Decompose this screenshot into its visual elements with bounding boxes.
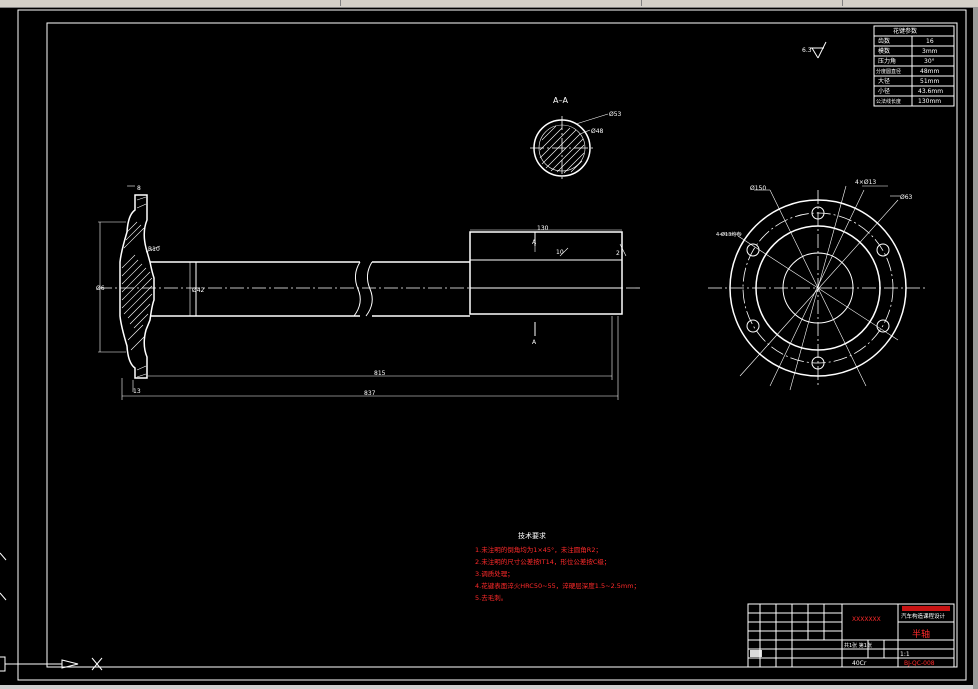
spline-row-value: 30° bbox=[924, 58, 935, 65]
spline-row-value: 51mm bbox=[920, 78, 939, 85]
horizontal-scrollbar[interactable] bbox=[0, 685, 973, 689]
vertical-scrollbar[interactable] bbox=[973, 7, 978, 689]
dim-spline-id: Ø48 bbox=[591, 128, 604, 135]
tech-req-item: 5.去毛刺。 bbox=[475, 593, 507, 602]
shaft-side-view bbox=[98, 185, 640, 400]
section-arrow-top: A bbox=[532, 239, 537, 246]
title-part-name: 半轴 bbox=[912, 628, 930, 640]
title-material: 40Cr bbox=[852, 660, 867, 667]
dim-chamfer: 4-Ø13均布 bbox=[716, 231, 741, 238]
outer-frame bbox=[17, 9, 967, 681]
roughness-value: 6.3 bbox=[802, 47, 812, 54]
spline-row-label: 大径 bbox=[878, 77, 890, 85]
title-drawing-no: BJ-QC-008 bbox=[904, 660, 935, 667]
dim-bolt-pcd: Ø150 bbox=[750, 185, 766, 192]
dim-spline-od: Ø53 bbox=[609, 111, 622, 118]
spline-row-value: 43.6mm bbox=[918, 88, 943, 95]
spline-row-value: 48mm bbox=[920, 68, 939, 75]
dim-flange-thk: 8 bbox=[137, 185, 141, 192]
spline-section-view bbox=[530, 113, 609, 180]
tech-req-title: 技术要求 bbox=[518, 531, 546, 540]
dim-len-inner: 815 bbox=[374, 370, 386, 377]
dim-spline-a: 10 bbox=[556, 249, 564, 256]
spline-row-value: 3mm bbox=[922, 48, 938, 55]
tech-req-item: 1.未注明的倒角均为1×45°，未注圆角R2； bbox=[475, 545, 602, 554]
dim-spline-len: 130 bbox=[537, 225, 549, 232]
cad-drawing-canvas[interactable]: 8 R10 Ø42 Ø6 130 10 2 815 837 13 A A A–A… bbox=[0, 0, 973, 685]
dim-len-total: 837 bbox=[364, 390, 376, 397]
spline-row-label: 公法线长度 bbox=[876, 98, 901, 105]
dim-small-step: 13 bbox=[133, 388, 141, 395]
dim-hole-dia: Ø63 bbox=[900, 194, 913, 201]
roughness-symbol bbox=[810, 41, 827, 59]
spline-row-label: 齿数 bbox=[878, 37, 890, 45]
section-arrow-bottom: A bbox=[532, 339, 537, 346]
spline-row-label: 小径 bbox=[878, 87, 890, 95]
flange-end-view bbox=[708, 185, 928, 391]
spline-table-title: 花键参数 bbox=[893, 27, 917, 35]
spline-row-label: 模数 bbox=[878, 47, 890, 55]
dim-shaft-dia: Ø42 bbox=[192, 287, 205, 294]
title-sheet: 共1张 第1张 bbox=[844, 642, 872, 649]
dim-spline-b: 2 bbox=[616, 250, 620, 257]
spline-row-value: 16 bbox=[926, 38, 934, 45]
tech-req-item: 2.未注明的尺寸公差按IT14，形位公差按C级； bbox=[475, 557, 610, 566]
spline-row-label: 压力角 bbox=[878, 57, 896, 65]
title-scale: 1:1 bbox=[900, 651, 910, 658]
section-title: A–A bbox=[553, 96, 568, 105]
ucs-icon bbox=[0, 552, 103, 672]
title-company: XXXXXXX bbox=[852, 616, 881, 623]
title-school: 汽车构造课程设计 bbox=[901, 612, 946, 620]
dim-bolt-holes: 4×Ø13 bbox=[855, 179, 876, 186]
tech-req-item: 3.调质处理； bbox=[475, 569, 514, 578]
spline-row-value: 130mm bbox=[918, 98, 941, 105]
dim-flange-dia: Ø6 bbox=[96, 285, 105, 292]
dim-fillet: R10 bbox=[148, 246, 160, 253]
spline-row-label: 分度圆直径 bbox=[876, 68, 901, 75]
tech-req-item: 4.花键表面淬火HRC50~55，淬硬层深度1.5~2.5mm； bbox=[475, 581, 640, 590]
